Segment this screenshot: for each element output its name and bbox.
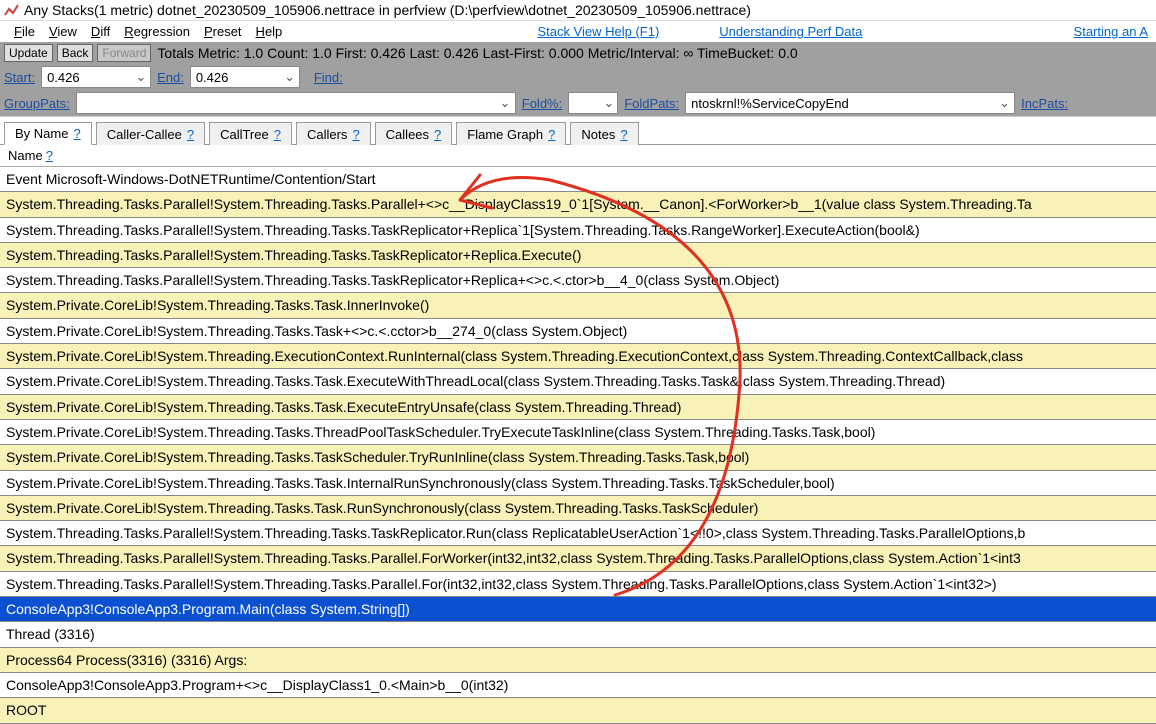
table-row[interactable]: System.Threading.Tasks.Parallel!System.T… <box>0 572 1156 597</box>
table-row[interactable]: System.Threading.Tasks.Parallel!System.T… <box>0 521 1156 546</box>
chevron-down-icon[interactable]: ⌄ <box>998 95 1011 111</box>
find-input[interactable] <box>349 66 355 88</box>
tab-help-icon[interactable]: ? <box>187 127 194 142</box>
chevron-down-icon[interactable]: ⌄ <box>135 69 147 85</box>
table-row[interactable]: Event Microsoft-Windows-DotNETRuntime/Co… <box>0 167 1156 192</box>
end-dropdown[interactable]: ⌄ <box>190 66 300 88</box>
menu-regression[interactable]: Regression <box>118 23 196 40</box>
menu-help[interactable]: Help <box>250 23 289 40</box>
table-row[interactable]: System.Private.CoreLib!System.Threading.… <box>0 420 1156 445</box>
table-row[interactable]: System.Threading.Tasks.Parallel!System.T… <box>0 192 1156 217</box>
menu-bar: File View Diff Regression Preset Help St… <box>0 21 1156 42</box>
tab-strip: By Name ? Caller-Callee ? CallTree ? Cal… <box>0 116 1156 145</box>
back-button[interactable]: Back <box>57 44 94 62</box>
foldpats-dropdown[interactable]: ⌄ <box>685 92 1015 114</box>
totals-summary: Totals Metric: 1.0 Count: 1.0 First: 0.4… <box>157 45 797 61</box>
tab-caller-callee[interactable]: Caller-Callee ? <box>96 122 205 145</box>
foldpct-label[interactable]: Fold%: <box>522 96 562 111</box>
menu-file[interactable]: File <box>8 23 41 40</box>
table-row[interactable]: System.Private.CoreLib!System.Threading.… <box>0 445 1156 470</box>
tab-by-name[interactable]: By Name ? <box>4 122 92 145</box>
grouppats-label[interactable]: GroupPats: <box>4 96 70 111</box>
tab-help-icon[interactable]: ? <box>434 127 441 142</box>
window-titlebar: Any Stacks(1 metric) dotnet_20230509_105… <box>0 0 1156 21</box>
forward-button: Forward <box>97 44 151 62</box>
toolbar: Update Back Forward Totals Metric: 1.0 C… <box>0 42 1156 64</box>
table-row[interactable]: ConsoleApp3!ConsoleApp3.Program+<>c__Dis… <box>0 673 1156 698</box>
foldpats-label[interactable]: FoldPats: <box>624 96 679 111</box>
tab-callers[interactable]: Callers ? <box>296 122 371 145</box>
start-dropdown[interactable]: ⌄ <box>41 66 151 88</box>
table-row[interactable]: ConsoleApp3!ConsoleApp3.Program.Main(cla… <box>0 597 1156 622</box>
col-name: Name <box>8 148 43 163</box>
tab-help-icon[interactable]: ? <box>548 127 555 142</box>
app-icon <box>4 2 20 18</box>
tab-calltree[interactable]: CallTree ? <box>209 122 292 145</box>
tab-help-icon[interactable]: ? <box>73 126 80 141</box>
table-row[interactable]: ROOT <box>0 698 1156 723</box>
table-row[interactable]: System.Threading.Tasks.Parallel!System.T… <box>0 243 1156 268</box>
table-row[interactable]: System.Private.CoreLib!System.Threading.… <box>0 344 1156 369</box>
menu-view[interactable]: View <box>43 23 83 40</box>
link-stack-view-help[interactable]: Stack View Help (F1) <box>537 24 659 39</box>
menu-preset[interactable]: Preset <box>198 23 248 40</box>
table-row[interactable]: System.Threading.Tasks.Parallel!System.T… <box>0 268 1156 293</box>
table-row[interactable]: System.Private.CoreLib!System.Threading.… <box>0 395 1156 420</box>
filter-row-time: Start: ⌄ End: ⌄ Find: <box>0 64 1156 90</box>
window-title: Any Stacks(1 metric) dotnet_20230509_105… <box>24 2 751 18</box>
tab-help-icon[interactable]: ? <box>352 127 359 142</box>
end-input[interactable] <box>194 68 284 86</box>
table-row[interactable]: System.Private.CoreLib!System.Threading.… <box>0 496 1156 521</box>
table-row[interactable]: System.Threading.Tasks.Parallel!System.T… <box>0 218 1156 243</box>
end-label[interactable]: End: <box>157 70 184 85</box>
tab-notes[interactable]: Notes ? <box>570 122 638 145</box>
grid-header[interactable]: Name ? <box>0 145 1156 167</box>
tab-callees[interactable]: Callees ? <box>375 122 453 145</box>
grouppats-dropdown[interactable]: ⌄ <box>76 92 516 114</box>
link-understanding-perf[interactable]: Understanding Perf Data <box>719 24 862 39</box>
table-row[interactable]: System.Private.CoreLib!System.Threading.… <box>0 293 1156 318</box>
grouppats-input[interactable] <box>80 94 498 112</box>
chevron-down-icon[interactable]: ⌄ <box>498 95 512 111</box>
foldpats-input[interactable] <box>689 94 998 112</box>
tab-help-icon[interactable]: ? <box>620 127 627 142</box>
update-button[interactable]: Update <box>4 44 53 62</box>
table-row[interactable]: Process64 Process(3316) (3316) Args: <box>0 648 1156 673</box>
table-row[interactable]: System.Private.CoreLib!System.Threading.… <box>0 319 1156 344</box>
menu-diff[interactable]: Diff <box>85 23 116 40</box>
find-label[interactable]: Find: <box>314 70 343 85</box>
filter-row-pats: GroupPats: ⌄ Fold%: ⌄ FoldPats: ⌄ IncPat… <box>0 90 1156 116</box>
chevron-down-icon[interactable]: ⌄ <box>284 69 296 85</box>
table-row[interactable]: Thread (3316) <box>0 622 1156 647</box>
col-help-icon[interactable]: ? <box>46 148 53 163</box>
grid-body: Event Microsoft-Windows-DotNETRuntime/Co… <box>0 167 1156 724</box>
tab-help-icon[interactable]: ? <box>274 127 281 142</box>
link-starting-analysis[interactable]: Starting an A <box>1074 24 1148 39</box>
foldpct-dropdown[interactable]: ⌄ <box>568 92 618 114</box>
tab-flame-graph[interactable]: Flame Graph ? <box>456 122 566 145</box>
table-row[interactable]: System.Private.CoreLib!System.Threading.… <box>0 369 1156 394</box>
incpats-label[interactable]: IncPats: <box>1021 96 1068 111</box>
start-input[interactable] <box>45 68 135 86</box>
table-row[interactable]: System.Private.CoreLib!System.Threading.… <box>0 471 1156 496</box>
table-row[interactable]: System.Threading.Tasks.Parallel!System.T… <box>0 546 1156 571</box>
start-label[interactable]: Start: <box>4 70 35 85</box>
chevron-down-icon[interactable]: ⌄ <box>603 95 614 111</box>
foldpct-input[interactable] <box>572 94 603 112</box>
